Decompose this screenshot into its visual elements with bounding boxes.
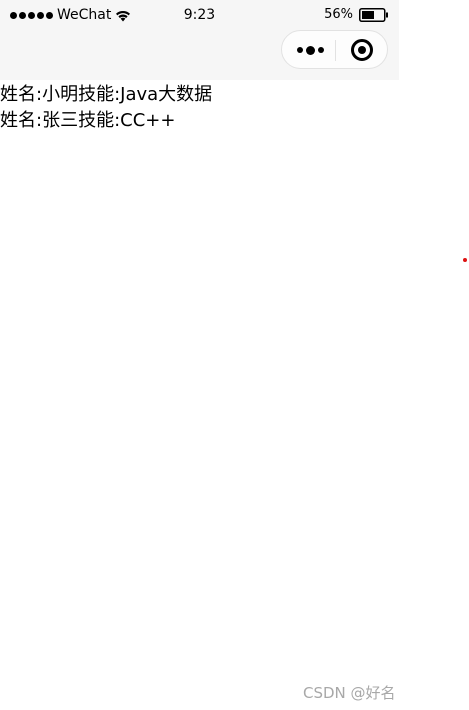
skill-value: CC++ xyxy=(120,110,176,131)
capsule-divider xyxy=(335,40,336,61)
more-dots-icon[interactable] xyxy=(294,43,326,57)
list-item: 姓名:张三技能:CC++ xyxy=(0,108,212,134)
name-value: 张三 xyxy=(42,110,79,131)
list-item: 姓名:小明技能:Java大数据 xyxy=(0,82,212,108)
member-list: 姓名:小明技能:Java大数据 姓名:张三技能:CC++ xyxy=(0,82,212,134)
name-label: 姓名: xyxy=(0,110,43,131)
name-label: 姓名: xyxy=(0,84,43,105)
status-bar: WeChat 9:23 56% xyxy=(0,0,399,30)
skill-value: Java大数据 xyxy=(120,84,213,105)
menu-capsule xyxy=(281,30,388,69)
red-dot-marker xyxy=(463,258,467,262)
battery-percent: 56% xyxy=(324,7,353,22)
skill-label: 技能: xyxy=(78,110,121,131)
phone-screen: WeChat 9:23 56% 姓名:小明技能:Java大数据 姓名:张三技能:… xyxy=(0,0,399,710)
target-circle-icon[interactable] xyxy=(351,39,373,61)
skill-label: 技能: xyxy=(78,84,121,105)
battery-icon xyxy=(359,8,388,22)
watermark: CSDN @好名 xyxy=(303,684,396,702)
name-value: 小明 xyxy=(42,84,79,105)
battery-area: 56% xyxy=(324,6,389,24)
